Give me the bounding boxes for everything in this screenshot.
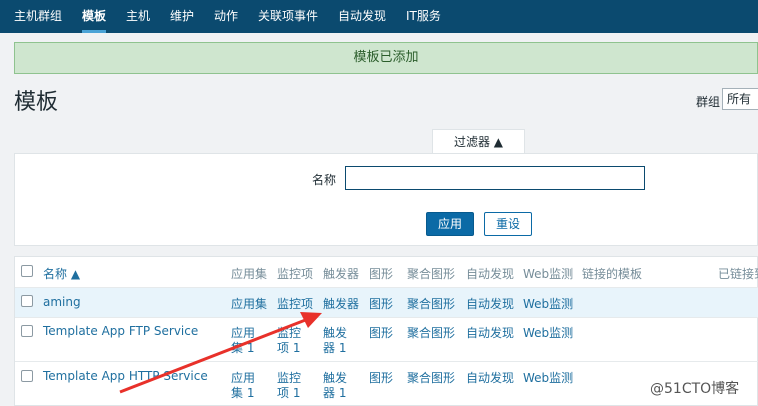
annotation-arrow xyxy=(119,312,322,394)
watermark: @51CTO博客 xyxy=(650,381,740,397)
arrow-shaft xyxy=(119,317,309,394)
